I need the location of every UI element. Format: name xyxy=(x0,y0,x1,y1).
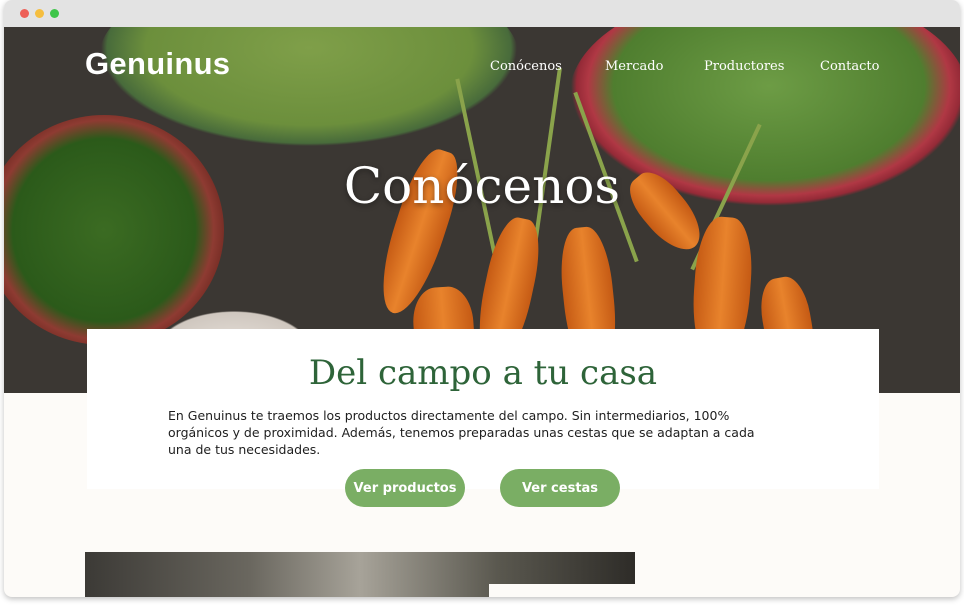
brand-logo[interactable]: Genuinus xyxy=(85,46,230,82)
hero-title: Conócenos xyxy=(343,157,621,215)
nav-link-productores[interactable]: Productores xyxy=(704,59,784,74)
close-window-icon[interactable] xyxy=(20,9,29,18)
photo-overlay-panel xyxy=(489,584,635,597)
market-photo xyxy=(85,552,635,597)
intro-card: Del campo a tu casa En Genuinus te traem… xyxy=(87,329,879,489)
nav-link-contacto[interactable]: Contacto xyxy=(820,59,879,74)
view-products-button[interactable]: Ver productos xyxy=(345,469,465,507)
nav-link-mercado[interactable]: Mercado xyxy=(605,59,663,74)
window-titlebar xyxy=(4,0,960,27)
maximize-window-icon[interactable] xyxy=(50,9,59,18)
browser-window: Conócenos Genuinus Conócenos Mercado Pro… xyxy=(4,0,960,597)
nav-link-conocenos[interactable]: Conócenos xyxy=(490,59,562,74)
intro-description: En Genuinus te traemos los productos dir… xyxy=(168,408,755,457)
view-baskets-button[interactable]: Ver cestas xyxy=(500,469,620,507)
intro-title: Del campo a tu casa xyxy=(308,353,658,393)
minimize-window-icon[interactable] xyxy=(35,9,44,18)
